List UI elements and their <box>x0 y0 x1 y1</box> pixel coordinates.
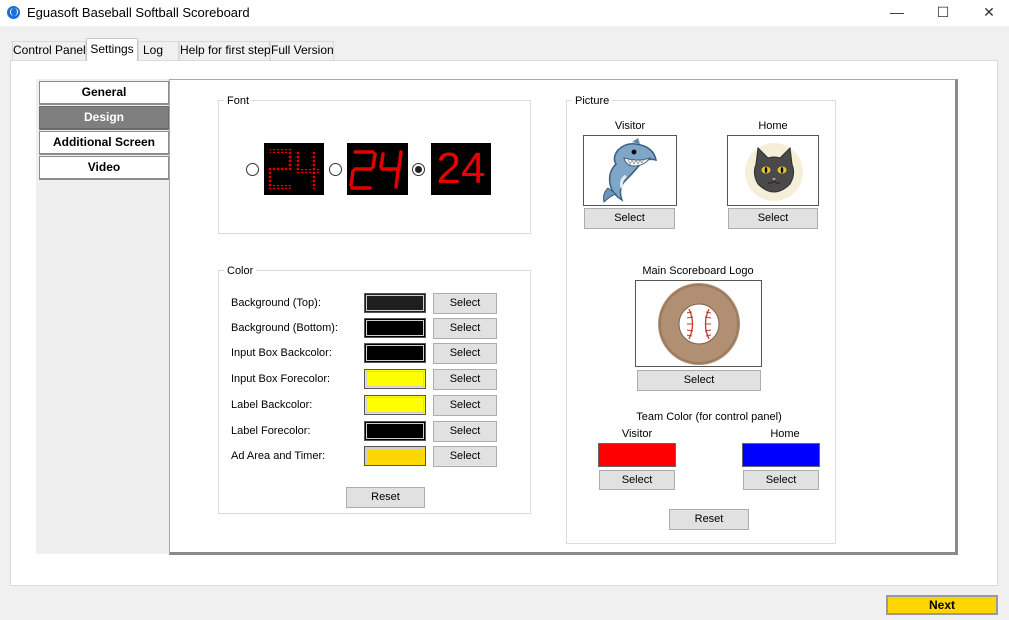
color-row-label-input-box-forecolor: Input Box Forecolor: <box>231 373 331 385</box>
font-option-1-preview <box>264 143 324 195</box>
team-visitor-color-swatch <box>598 443 676 467</box>
tab-log[interactable]: Log <box>138 41 179 60</box>
team-home-label: Home <box>770 428 800 440</box>
color-swatch-background-top <box>364 293 426 313</box>
tab-control-panel[interactable]: Control Panel <box>12 41 86 60</box>
next-button[interactable]: Next <box>886 595 998 615</box>
main-logo-label: Main Scoreboard Logo <box>642 265 754 277</box>
picture-group-title: Picture <box>572 95 613 107</box>
side-nav-video[interactable]: Video <box>39 156 169 180</box>
font-option-2-radio[interactable] <box>329 163 342 176</box>
color-select-button-background-bottom[interactable]: Select <box>433 318 497 339</box>
team-home-color-select-button[interactable]: Select <box>743 470 819 490</box>
visitor-picture-frame[interactable] <box>583 135 677 206</box>
color-swatch-ad-area-and-timer <box>364 446 426 466</box>
tab-help-first-step[interactable]: Help for first step <box>179 41 271 60</box>
color-select-button-input-box-forecolor[interactable]: Select <box>433 369 497 390</box>
color-row-label-ad-area-and-timer: Ad Area and Timer: <box>231 450 326 462</box>
font-option-3-sample: 24 <box>436 144 486 193</box>
side-nav-general[interactable]: General <box>39 81 169 105</box>
seven-segment-digits-icon <box>349 150 403 190</box>
baseball-app-icon <box>7 6 20 19</box>
window-title: Eguasoft Baseball Softball Scoreboard <box>27 5 250 20</box>
color-swatch-label-forecolor <box>364 421 426 441</box>
shark-logo-icon <box>603 138 657 203</box>
color-swatch-background-bottom <box>364 318 426 338</box>
color-row-label-label-backcolor: Label Backcolor: <box>231 399 313 411</box>
home-picture-select-button[interactable]: Select <box>728 208 818 229</box>
tab-settings[interactable]: Settings <box>86 38 138 61</box>
main-logo-select-button[interactable]: Select <box>637 370 761 391</box>
close-button[interactable]: ✕ <box>966 0 1009 26</box>
color-row-label-input-box-backcolor: Input Box Backcolor: <box>231 347 332 359</box>
visitor-picture-select-button[interactable]: Select <box>584 208 675 229</box>
color-swatch-input-box-backcolor <box>364 343 426 363</box>
maximize-button[interactable]: ☐ <box>920 0 966 26</box>
color-select-button-ad-area-and-timer[interactable]: Select <box>433 446 497 467</box>
home-picture-frame[interactable] <box>727 135 819 206</box>
color-select-button-label-backcolor[interactable]: Select <box>433 395 497 416</box>
font-option-1-radio[interactable] <box>246 163 259 176</box>
color-select-button-background-top[interactable]: Select <box>433 293 497 314</box>
minimize-button[interactable]: — <box>874 0 920 26</box>
picture-reset-button[interactable]: Reset <box>669 509 749 530</box>
team-visitor-label: Visitor <box>621 428 653 440</box>
color-swatch-label-backcolor <box>364 395 426 415</box>
color-group-title: Color <box>224 265 257 277</box>
color-select-button-label-forecolor[interactable]: Select <box>433 421 497 442</box>
color-row-label-background-top: Background (Top): <box>231 297 321 309</box>
color-swatch-input-box-forecolor <box>364 369 426 389</box>
tab-full-version[interactable]: Full Version <box>270 41 334 60</box>
font-option-3-radio[interactable] <box>412 163 425 176</box>
font-group-title: Font <box>224 95 253 107</box>
side-nav-additional-screen[interactable]: Additional Screen <box>39 131 169 155</box>
color-row-label-background-bottom: Background (Bottom): <box>231 322 338 334</box>
baseball-logo-icon <box>658 283 740 365</box>
color-select-button-input-box-backcolor[interactable]: Select <box>433 343 497 364</box>
home-picture-label: Home <box>758 120 788 132</box>
color-reset-button[interactable]: Reset <box>346 487 425 508</box>
side-nav-design[interactable]: Design <box>39 106 169 130</box>
cat-logo-icon <box>745 143 803 201</box>
team-home-color-swatch <box>742 443 820 467</box>
main-logo-frame[interactable] <box>635 280 762 367</box>
font-option-3-preview: 24 <box>431 143 491 195</box>
color-row-label-label-forecolor: Label Forecolor: <box>231 425 311 437</box>
team-color-title: Team Color (for control panel) <box>636 411 782 423</box>
dot-matrix-digits-icon <box>268 149 319 189</box>
team-visitor-color-select-button[interactable]: Select <box>599 470 675 490</box>
font-option-2-preview <box>347 143 408 195</box>
visitor-picture-label: Visitor <box>614 120 646 132</box>
